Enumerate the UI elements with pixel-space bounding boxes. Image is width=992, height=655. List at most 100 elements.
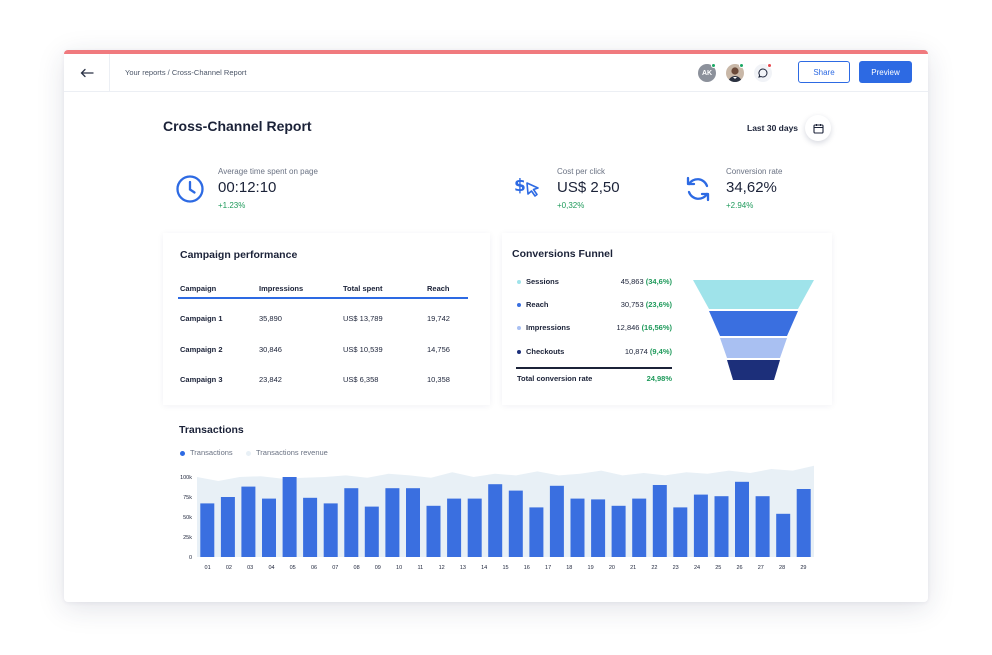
transaction-bar[interactable] (200, 503, 215, 557)
table-cell: Campaign 2 (180, 345, 223, 354)
x-tick-label: 08 (354, 565, 360, 571)
x-tick-label: 04 (268, 565, 274, 571)
x-tick-label: 06 (311, 565, 317, 571)
transaction-bar[interactable] (303, 497, 318, 557)
x-tick-label: 20 (609, 565, 615, 571)
transaction-bar[interactable] (344, 488, 359, 557)
total-label: Total conversion rate (517, 374, 593, 383)
transaction-bar[interactable] (406, 488, 420, 557)
date-range-button[interactable] (805, 115, 831, 141)
calendar-icon (812, 123, 824, 134)
transaction-bar[interactable] (220, 497, 235, 557)
x-tick-label: 15 (502, 565, 508, 571)
transaction-bar[interactable] (570, 498, 585, 557)
transaction-bar[interactable] (776, 513, 791, 557)
transaction-bar[interactable] (549, 485, 564, 557)
page-title: Cross-Channel Report (163, 118, 312, 134)
table-cell: 30,846 (259, 345, 282, 354)
funnel-stage-sessions (693, 280, 814, 309)
x-tick-label: 13 (460, 565, 466, 571)
x-tick-label: 02 (226, 565, 232, 571)
column-header: Campaign (180, 284, 217, 293)
transaction-bar[interactable] (323, 503, 338, 557)
transaction-bar[interactable] (508, 490, 523, 557)
share-button[interactable]: Share (798, 61, 850, 83)
legend-dot-revenue (246, 451, 251, 456)
stage-dot (517, 303, 521, 307)
transaction-bar[interactable] (796, 489, 811, 557)
transaction-bar[interactable] (755, 496, 770, 557)
x-tick-label: 21 (630, 565, 636, 571)
section-title: Campaign performance (180, 249, 298, 261)
total-value: 24,98% (646, 374, 672, 383)
section-title: Conversions Funnel (512, 248, 613, 260)
x-tick-label: 01 (205, 565, 211, 571)
table-cell: Campaign 1 (180, 314, 223, 323)
transaction-bar[interactable] (673, 507, 688, 557)
x-tick-label: 09 (375, 565, 381, 571)
x-tick-label: 05 (290, 565, 296, 571)
transaction-bar[interactable] (385, 488, 400, 557)
funnel-graphic (693, 280, 814, 380)
table-cell: Campaign 3 (180, 375, 223, 384)
transaction-bar[interactable] (529, 507, 544, 557)
x-tick-label: 27 (758, 565, 764, 571)
transaction-bar[interactable] (426, 505, 441, 557)
x-tick-label: 16 (524, 565, 530, 571)
x-tick-label: 03 (247, 565, 253, 571)
notification-dot (767, 63, 772, 68)
back-button[interactable] (64, 54, 110, 92)
transaction-bar[interactable] (652, 485, 667, 557)
clock-icon (176, 175, 204, 203)
x-tick-label: 12 (439, 565, 445, 571)
legend-label: Transactions revenue (256, 448, 328, 457)
x-tick-label: 28 (779, 565, 785, 571)
report-card: Your reports / Cross-Channel Report AK S… (64, 50, 928, 602)
transaction-bar[interactable] (632, 498, 647, 557)
x-tick-label: 25 (715, 565, 721, 571)
online-dot (711, 63, 716, 68)
table-cell: 23,842 (259, 375, 282, 384)
transaction-bar[interactable] (735, 481, 749, 557)
kpi-value: 34,62% (726, 179, 777, 196)
stage-dot (517, 326, 521, 330)
preview-button[interactable]: Preview (859, 61, 912, 83)
date-range-label: Last 30 days (747, 123, 799, 133)
stage-dot (517, 280, 521, 284)
kpi-delta: +0,32% (557, 201, 585, 210)
x-tick-label: 07 (332, 565, 338, 571)
stage-name: Reach (526, 300, 549, 309)
kpi-label: Cost per click (557, 167, 606, 176)
transaction-bar[interactable] (241, 486, 256, 557)
chat-icon (758, 68, 768, 78)
funnel-divider (516, 367, 672, 369)
transaction-bar[interactable] (467, 498, 482, 557)
transaction-bar[interactable] (693, 494, 708, 557)
legend-label: Transactions (190, 448, 233, 457)
svg-text:$: $ (514, 176, 526, 196)
transaction-bar[interactable] (488, 484, 503, 557)
x-tick-label: 29 (800, 565, 806, 571)
transaction-bar[interactable] (282, 477, 297, 557)
kpi-delta: +2.94% (726, 201, 754, 210)
transactions-chart: 0 25k 50k 75k 100k 01 02 03 04 05 06 07 08 09 10 11 12 13… (180, 465, 814, 571)
transaction-bar[interactable] (591, 499, 606, 557)
transaction-bar[interactable] (611, 505, 626, 557)
kpi-delta: +1.23% (218, 201, 246, 210)
x-tick-label: 14 (481, 565, 487, 571)
online-dot (739, 63, 744, 68)
arrow-left-icon (80, 68, 94, 78)
x-tick-label: 24 (694, 565, 700, 571)
table-cell: 14,756 (427, 345, 450, 354)
transaction-bar[interactable] (262, 498, 276, 557)
transaction-bar[interactable] (364, 506, 379, 557)
transaction-bar[interactable] (714, 496, 729, 557)
x-tick-label: 23 (673, 565, 679, 571)
column-header: Total spent (343, 284, 383, 293)
breadcrumb: Your reports / Cross-Channel Report (125, 68, 247, 77)
column-header: Impressions (259, 284, 304, 293)
x-tick-label: 17 (545, 565, 551, 571)
transaction-bar[interactable] (447, 498, 462, 557)
table-cell: US$ 6,358 (343, 375, 379, 384)
kpi-value: 00:12:10 (218, 179, 277, 196)
